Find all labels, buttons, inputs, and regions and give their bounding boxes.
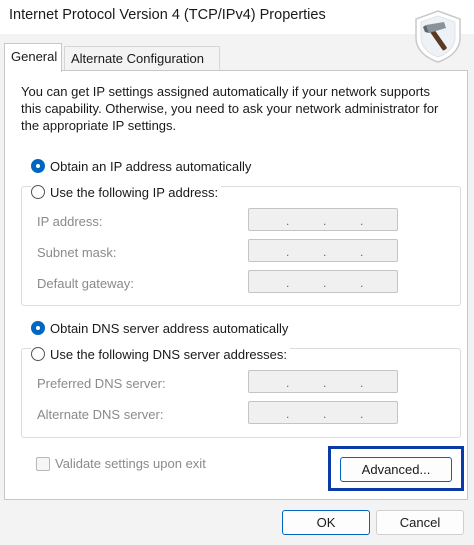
default-gateway-label: Default gateway:	[37, 276, 134, 291]
general-panel: You can get IP settings assigned automat…	[4, 70, 468, 500]
radio-selected-icon	[31, 321, 45, 335]
radio-unselected-icon	[31, 347, 45, 361]
validate-settings-checkbox[interactable]: Validate settings upon exit	[36, 456, 206, 471]
window-title: Internet Protocol Version 4 (TCP/IPv4) P…	[9, 7, 326, 23]
title-bar: Internet Protocol Version 4 (TCP/IPv4) P…	[0, 0, 474, 34]
obtain-ip-automatically-radio[interactable]: Obtain an IP address automatically	[31, 157, 255, 175]
obtain-dns-automatically-radio[interactable]: Obtain DNS server address automatically	[31, 319, 292, 337]
ip-address-input[interactable]: . . .	[248, 208, 398, 231]
tab-alternate-configuration[interactable]: Alternate Configuration	[64, 46, 220, 71]
alternate-dns-input[interactable]: . . .	[248, 401, 398, 424]
cancel-button[interactable]: Cancel	[376, 510, 464, 535]
use-following-dns-radio[interactable]: Use the following DNS server addresses:	[31, 345, 290, 363]
alternate-dns-label: Alternate DNS server:	[37, 407, 164, 422]
description-text: You can get IP settings assigned automat…	[21, 84, 439, 133]
radio-unselected-icon	[31, 185, 45, 199]
use-following-dns-label: Use the following DNS server addresses:	[50, 346, 287, 362]
tab-general[interactable]: General	[4, 43, 62, 72]
advanced-button[interactable]: Advanced...	[340, 457, 452, 482]
obtain-ip-automatically-label: Obtain an IP address automatically	[50, 158, 252, 174]
preferred-dns-label: Preferred DNS server:	[37, 376, 166, 391]
use-following-ip-label: Use the following IP address:	[50, 184, 219, 200]
preferred-dns-input[interactable]: . . .	[248, 370, 398, 393]
ok-button[interactable]: OK	[282, 510, 370, 535]
subnet-mask-label: Subnet mask:	[37, 245, 117, 260]
properties-dialog: Internet Protocol Version 4 (TCP/IPv4) P…	[0, 0, 474, 545]
default-gateway-input[interactable]: . . .	[248, 270, 398, 293]
obtain-dns-automatically-label: Obtain DNS server address automatically	[50, 320, 289, 336]
radio-selected-icon	[31, 159, 45, 173]
use-following-ip-radio[interactable]: Use the following IP address:	[31, 183, 222, 201]
hammer-badge-logo-icon	[410, 8, 466, 64]
validate-settings-label: Validate settings upon exit	[55, 456, 206, 471]
subnet-mask-input[interactable]: . . .	[248, 239, 398, 262]
ip-address-label: IP address:	[37, 214, 103, 229]
checkbox-unchecked-icon	[36, 456, 50, 471]
